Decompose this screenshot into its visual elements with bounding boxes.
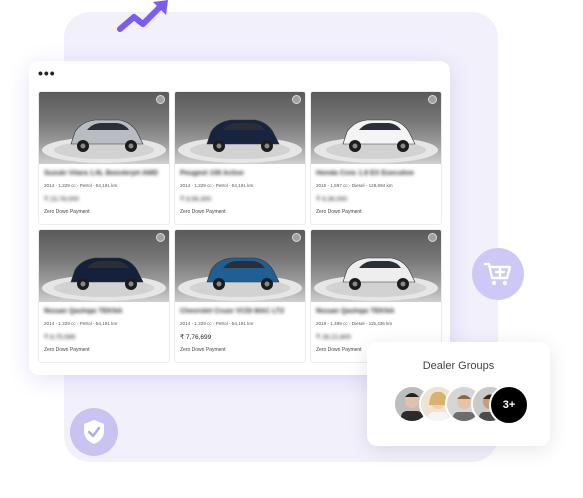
car-specs: 2015 - 1,597 cc - Diesel - 129,694 km xyxy=(316,183,393,188)
car-offer: Zero Down Payment xyxy=(44,209,90,215)
car-name: Nissan Qashqai TEKNA xyxy=(316,308,395,315)
car-name: Honda Civic 1.8 EX Executive xyxy=(316,170,415,177)
car-listing-card: ••• Suzuki Vitara 1.6L Boosterjet AWD 20… xyxy=(29,61,450,375)
car-specs: 2014 - 1,329 cc - Petrol - 54,191 km xyxy=(180,183,254,188)
car-price: ₹ 28,22,800 xyxy=(316,334,351,341)
favorite-icon[interactable] xyxy=(428,95,437,104)
dealer-groups-title: Dealer Groups xyxy=(422,360,495,372)
car-name: Nissan Qashqai TEKNA xyxy=(44,308,123,315)
car-specs: 2014 - 1,329 cc - Petrol - 54,191 km xyxy=(180,321,254,326)
car-listing-tile[interactable]: Honda Civic 1.8 EX Executive 2015 - 1,59… xyxy=(310,91,442,225)
car-photo[interactable] xyxy=(39,230,169,302)
car-specs: 2014 - 1,329 cc - Petrol - 54,191 km xyxy=(44,321,118,326)
car-name: Peugeot 108 Active xyxy=(180,170,244,177)
car-listing-tile[interactable]: Nissan Qashqai TEKNA 2014 - 1,329 cc - P… xyxy=(38,229,170,363)
car-name: Chevrolet Cruze VCDI MAC LT2 xyxy=(180,308,285,315)
favorite-icon[interactable] xyxy=(292,95,301,104)
car-photo[interactable] xyxy=(311,92,441,164)
more-options-icon[interactable]: ••• xyxy=(38,66,56,80)
favorite-icon[interactable] xyxy=(292,233,301,242)
car-photo[interactable] xyxy=(39,92,169,164)
favorite-icon[interactable] xyxy=(156,95,165,104)
car-offer: Zero Down Payment xyxy=(44,347,90,353)
shield-check-icon xyxy=(84,420,104,444)
car-price: ₹ 9,36,000 xyxy=(316,196,348,203)
car-price: ₹ 23,78,000 xyxy=(44,196,79,203)
car-specs: 2019 - 1,499 cc - Diesel - 115,436 km xyxy=(316,321,393,326)
car-listing-tile[interactable]: Peugeot 108 Active 2014 - 1,329 cc - Pet… xyxy=(174,91,306,225)
car-price: ₹ 7,76,699 xyxy=(180,334,212,341)
car-specs: 2014 - 1,329 cc - Petrol - 54,191 km xyxy=(44,183,118,188)
add-to-cart-badge[interactable] xyxy=(472,248,524,300)
car-name: Suzuki Vitara 1.6L Boosterjet AWD xyxy=(44,170,159,177)
more-dealers-button[interactable]: 3+ xyxy=(489,385,529,425)
car-offer: Zero Down Payment xyxy=(180,347,226,353)
car-listing-tile[interactable]: Suzuki Vitara 1.6L Boosterjet AWD 2014 -… xyxy=(38,91,170,225)
dealer-groups-card: Dealer Groups 3+ xyxy=(367,342,550,446)
car-listing-tile[interactable]: Chevrolet Cruze VCDI MAC LT2 2014 - 1,32… xyxy=(174,229,306,363)
trend-arrow-icon xyxy=(117,0,168,32)
car-photo[interactable] xyxy=(175,230,305,302)
car-offer: Zero Down Payment xyxy=(316,209,362,215)
car-photo[interactable] xyxy=(175,92,305,164)
car-price: ₹ 8,75,599 xyxy=(44,334,76,341)
security-badge xyxy=(70,408,118,456)
car-price: ₹ 8,56,300 xyxy=(180,196,212,203)
car-photo[interactable] xyxy=(311,230,441,302)
car-offer: Zero Down Payment xyxy=(316,347,362,353)
add-to-cart-icon xyxy=(484,262,512,286)
favorite-icon[interactable] xyxy=(156,233,165,242)
favorite-icon[interactable] xyxy=(428,233,437,242)
car-offer: Zero Down Payment xyxy=(180,209,226,215)
